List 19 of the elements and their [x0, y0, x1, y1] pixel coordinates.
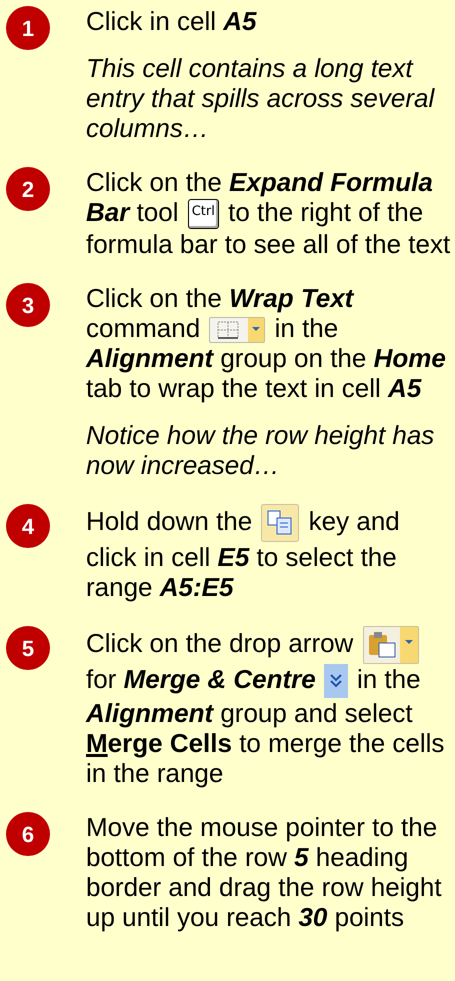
step-number: 2	[6, 167, 50, 211]
step-text: Click on the drop arrow for Merge & Centre in the Alignment group and select Merge Cells to merge the cells in the range	[86, 626, 446, 788]
step-text: Hold down the key and click in cell E5 to select the range A5:E5	[86, 504, 401, 602]
step-number: 4	[6, 504, 50, 548]
step-number: 3	[6, 283, 50, 328]
step-number: 5	[6, 626, 50, 670]
step-text: Click in cell A5	[86, 6, 258, 36]
copy-icon	[261, 504, 300, 542]
step-text: Click on the Expand Formula Bar tool Ctrl to the right of the formula bar to see all of the text	[86, 167, 452, 260]
step-text: Move the mouse pointer to the bottom of the row 5 heading border and drag the row height up until you reach 30 points	[86, 812, 443, 932]
step-text: Notice how the row height has now increased…	[86, 420, 436, 480]
step-number: 1	[6, 6, 50, 50]
step-number: 6	[6, 812, 50, 856]
step-text: Click on the Wrap Text command in the Alignment group on the Home tab to wrap the text in cell A5	[86, 283, 447, 404]
double-chevron-icon	[324, 664, 348, 698]
wrap-text-icon	[209, 317, 266, 344]
step-text: This cell contains a long text entry that spills across several columns…	[86, 53, 436, 143]
ctrl-key: Ctrl	[188, 199, 219, 230]
paste-dropdown-icon	[362, 626, 419, 664]
